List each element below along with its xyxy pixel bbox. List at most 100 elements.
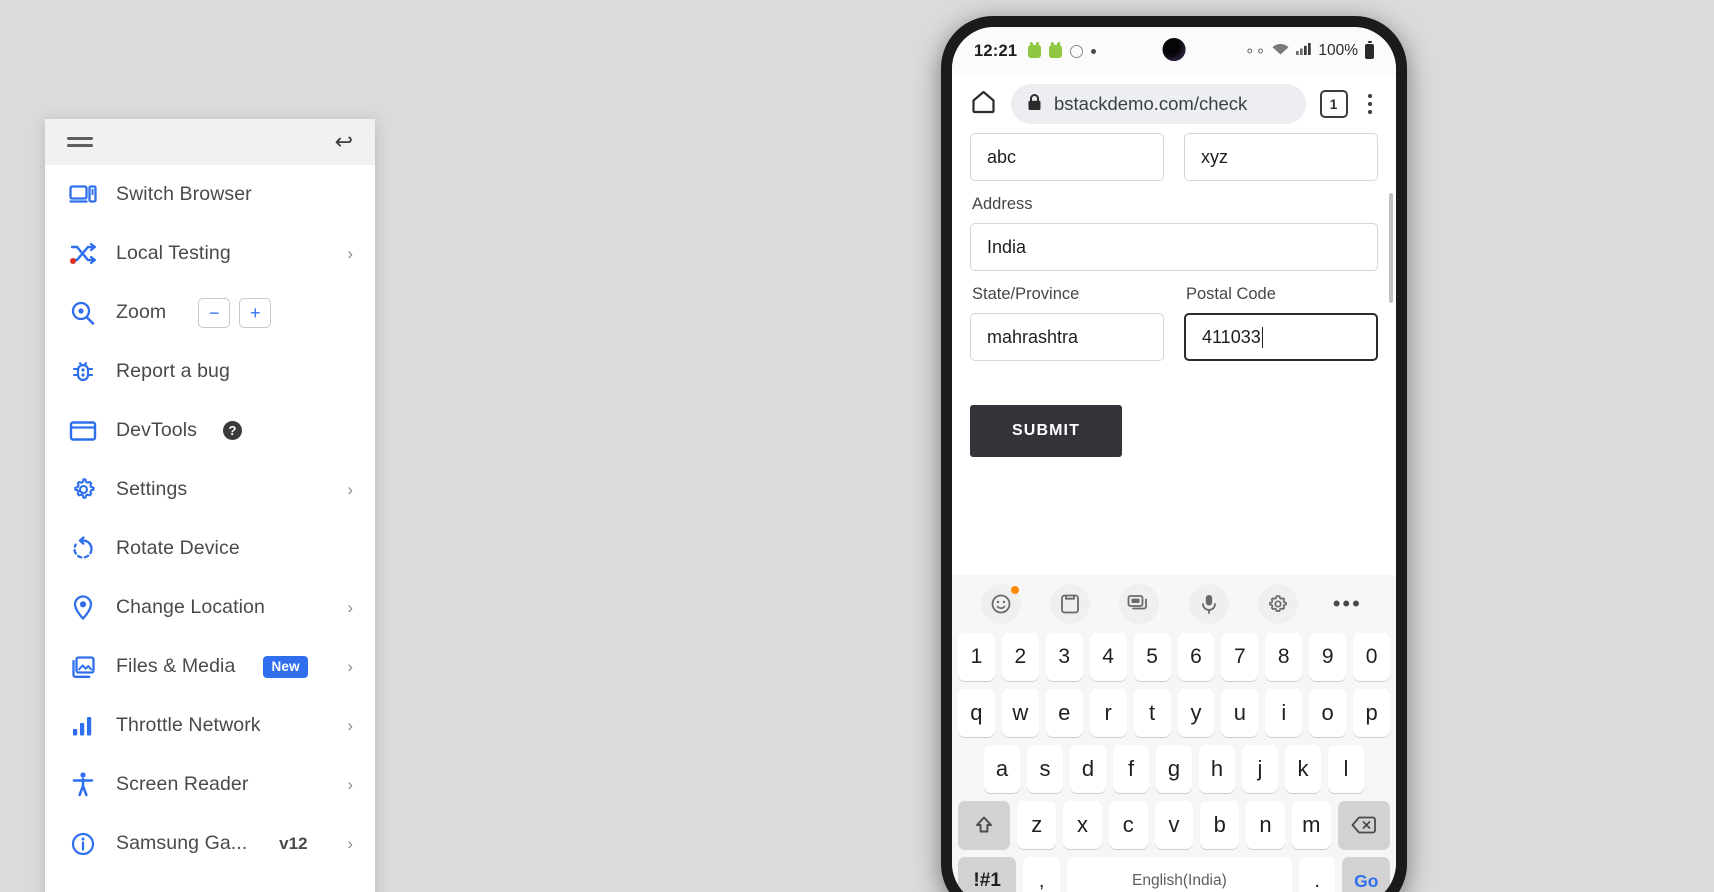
page-scrollbar[interactable] [1389,193,1393,303]
key-r[interactable]: r [1089,689,1127,737]
symbols-key[interactable]: !#1 [958,857,1017,892]
gear-icon [68,475,98,505]
sidebar-item-devtools[interactable]: DevTools ? [45,401,375,460]
sidebar-item-files-media[interactable]: Files & Media New › [45,637,375,696]
chevron-right-icon: › [347,775,353,794]
keyboard-row-numbers: 1234567890 [952,633,1396,681]
gear-icon[interactable] [1257,584,1298,624]
collapse-arrow-icon[interactable]: ↩ [335,131,353,153]
zoom-in-button[interactable]: + [239,297,272,328]
key-f[interactable]: f [1113,745,1149,793]
sidebar-item-switch-browser[interactable]: Switch Browser [45,165,375,224]
shift-key[interactable] [958,801,1011,849]
key-s[interactable]: s [1027,745,1063,793]
state-postal-row: State/Province mahrashtra Postal Code 41… [970,271,1378,361]
hamburger-icon[interactable] [67,133,93,151]
key-a[interactable]: a [984,745,1020,793]
key-8[interactable]: 8 [1265,633,1303,681]
signal-icon [1296,42,1312,60]
backspace-key[interactable] [1337,801,1391,849]
url-text: bstackdemo.com/check [1054,93,1248,114]
last-name-input[interactable]: xyz [1184,133,1378,181]
key-d[interactable]: d [1070,745,1106,793]
sidebar-item-throttle-network[interactable]: Throttle Network › [45,696,375,755]
key-5[interactable]: 5 [1133,633,1171,681]
sidebar-item-label: Zoom [116,301,167,323]
key-o[interactable]: o [1309,689,1347,737]
key-1[interactable]: 1 [957,633,995,681]
browserstack-sidebar: ↩ Switch Browser Local Testing › Zoom − … [45,119,375,892]
key-i[interactable]: i [1265,689,1303,737]
key-v[interactable]: v [1154,801,1194,849]
zoom-controls: − + [198,297,272,328]
key-q[interactable]: q [957,689,995,737]
kebab-menu-icon[interactable] [1362,92,1379,117]
more-icon[interactable]: ••• [1327,584,1367,624]
key-7[interactable]: 7 [1221,633,1259,681]
key-m[interactable]: m [1291,801,1331,849]
submit-button[interactable]: SUBMIT [970,405,1122,457]
address-input[interactable]: India [970,223,1378,271]
first-name-input[interactable]: abc [970,133,1164,181]
key-y[interactable]: y [1177,689,1215,737]
url-bar[interactable]: bstackdemo.com/check [1011,84,1306,124]
key-t[interactable]: t [1133,689,1171,737]
key-6[interactable]: 6 [1177,633,1215,681]
key-z[interactable]: z [1017,801,1057,849]
key-n[interactable]: n [1246,801,1285,849]
key-x[interactable]: x [1063,801,1102,849]
key-h[interactable]: h [1199,745,1235,793]
sidebar-item-rotate-device[interactable]: Rotate Device [45,519,375,578]
key-p[interactable]: p [1353,689,1391,737]
key-c[interactable]: c [1108,801,1148,849]
sidebar-item-local-testing[interactable]: Local Testing › [45,224,375,283]
zoom-out-button[interactable]: − [198,297,231,328]
sidebar-item-screen-reader[interactable]: Screen Reader › [45,755,375,814]
device-screen: 12:21 ⚬⚬ 100% bstackdemo.com/check 1 abc… [952,27,1396,892]
microphone-icon[interactable] [1188,584,1229,624]
key-b[interactable]: b [1200,801,1240,849]
emoji-icon[interactable] [980,584,1021,624]
device-frame: 12:21 ⚬⚬ 100% bstackdemo.com/check 1 abc… [941,16,1407,892]
keyboard-row-asdf: asdfghjkl [952,745,1396,793]
go-key[interactable]: Go [1342,857,1391,892]
local-testing-icon [68,239,98,269]
sidebar-item-settings[interactable]: Settings › [45,460,375,519]
sidebar-item-label: Throttle Network [116,714,261,736]
key-l[interactable]: l [1328,745,1364,793]
help-icon[interactable]: ? [223,421,242,440]
sidebar-item-change-location[interactable]: Change Location › [45,578,375,637]
sidebar-item-zoom[interactable]: Zoom − + [45,283,375,342]
postal-code-input[interactable]: 411033 [1184,313,1378,361]
sidebar-item-report-a-bug[interactable]: Report a bug [45,342,375,401]
key-g[interactable]: g [1156,745,1192,793]
comma-key[interactable]: , [1023,857,1061,892]
state-input[interactable]: mahrashtra [970,313,1164,361]
screenshot-root: ↩ Switch Browser Local Testing › Zoom − … [0,0,1714,892]
clipboard-icon[interactable] [1049,584,1090,624]
space-key[interactable]: English(India) [1067,857,1292,892]
key-k[interactable]: k [1285,745,1321,793]
android-icon [1028,44,1042,58]
key-0[interactable]: 0 [1353,633,1391,681]
key-j[interactable]: j [1242,745,1278,793]
key-3[interactable]: 3 [1045,633,1083,681]
chevron-right-icon: › [347,480,353,499]
key-e[interactable]: e [1045,689,1083,737]
chevron-right-icon: › [347,716,353,735]
sticker-icon[interactable] [1119,584,1160,624]
keyboard-row-bottom: !#1 , English(India) . Go [952,857,1396,892]
sidebar-item-label: Samsung Ga... [116,832,248,854]
keyboard-toolbar: ••• [952,575,1396,633]
tab-count-button[interactable]: 1 [1319,90,1348,118]
key-4[interactable]: 4 [1089,633,1127,681]
keyboard-row-zxcv: zxcvbnm [952,801,1396,849]
period-key[interactable]: . [1298,857,1336,892]
home-icon[interactable] [970,89,997,120]
key-9[interactable]: 9 [1309,633,1347,681]
rotate-device-icon [68,534,98,564]
sidebar-item-device-info[interactable]: Samsung Ga... v12 › [45,814,375,873]
key-2[interactable]: 2 [1001,633,1039,681]
key-w[interactable]: w [1001,689,1039,737]
key-u[interactable]: u [1221,689,1259,737]
